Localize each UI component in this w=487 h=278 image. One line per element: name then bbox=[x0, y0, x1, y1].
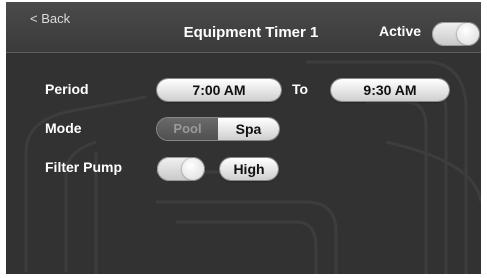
mode-option-pool[interactable]: Pool bbox=[157, 118, 218, 140]
pump-speed-button[interactable]: High bbox=[220, 158, 278, 180]
back-button[interactable]: < Back bbox=[30, 11, 70, 26]
timer-screen: < Back Equipment Timer 1 Active Period 7… bbox=[6, 2, 481, 274]
mode-label: Mode bbox=[45, 120, 82, 136]
period-label: Period bbox=[45, 81, 89, 97]
end-time-button[interactable]: 9:30 AM bbox=[331, 79, 449, 101]
start-time-button[interactable]: 7:00 AM bbox=[157, 79, 281, 101]
to-label: To bbox=[292, 81, 309, 97]
filter-pump-toggle-knob bbox=[182, 158, 204, 180]
filter-pump-label: Filter Pump bbox=[45, 159, 123, 175]
header-bar: < Back Equipment Timer 1 Active bbox=[6, 2, 481, 53]
filter-pump-toggle[interactable] bbox=[157, 157, 205, 181]
active-toggle-knob bbox=[457, 23, 479, 45]
mode-selector: Pool Spa bbox=[157, 118, 279, 140]
active-toggle[interactable] bbox=[432, 22, 480, 46]
page-title: Equipment Timer 1 bbox=[183, 24, 319, 41]
mode-option-spa[interactable]: Spa bbox=[218, 118, 279, 140]
active-label: Active bbox=[379, 23, 422, 39]
